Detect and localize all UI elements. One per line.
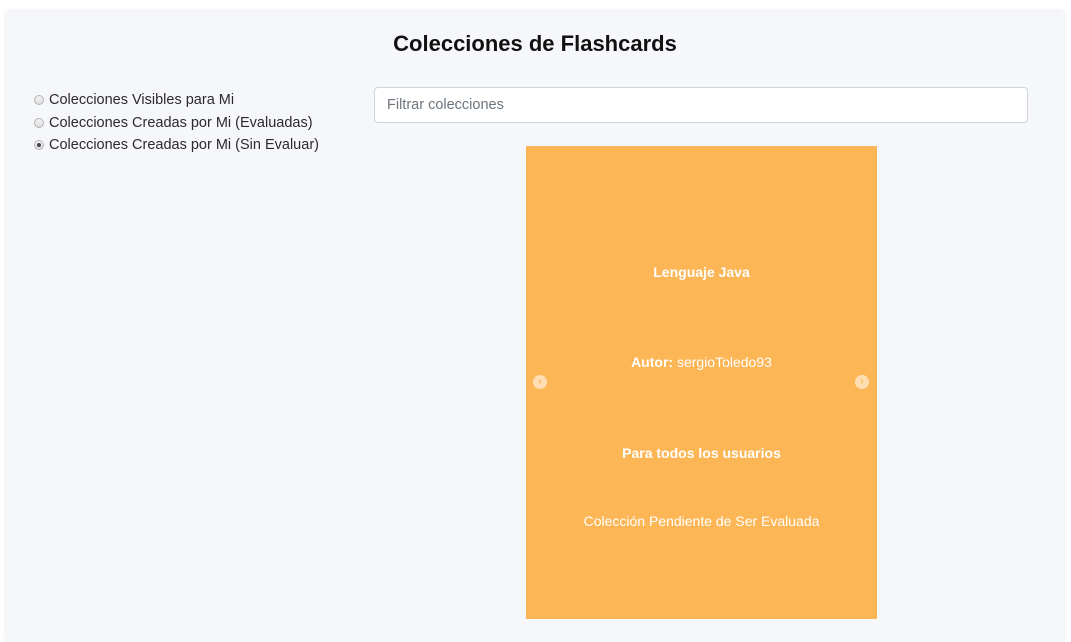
card-author-label: Autor: bbox=[631, 354, 674, 370]
radio-created-unevaluated[interactable] bbox=[34, 140, 44, 151]
filter-option-label: Colecciones Visibles para Mi bbox=[49, 92, 235, 109]
card-author: Autor: sergioToledo93 bbox=[526, 354, 877, 370]
arrow-right-circle-icon[interactable]: › bbox=[855, 375, 869, 389]
collection-card[interactable]: ‹ › Lenguaje Java Autor: sergioToledo93 … bbox=[526, 146, 877, 619]
search-input[interactable] bbox=[374, 87, 1028, 123]
card-visibility: Para todos los usuarios bbox=[622, 445, 781, 461]
page-title: Colecciones de Flashcards bbox=[393, 31, 677, 56]
radio-visible[interactable] bbox=[34, 95, 44, 106]
card-author-name: sergioToledo93 bbox=[676, 354, 772, 370]
collection-filter-group: Colecciones Visibles para Mi Colecciones… bbox=[34, 89, 364, 157]
arrow-left-circle-icon[interactable]: ‹ bbox=[533, 375, 547, 389]
main-panel: Colecciones de Flashcards Colecciones Vi… bbox=[6, 12, 1064, 642]
filter-option-created-evaluated[interactable]: Colecciones Creadas por Mi (Evaluadas) bbox=[34, 112, 364, 135]
filter-option-label: Colecciones Creadas por Mi (Evaluadas) bbox=[49, 114, 313, 131]
card-status: Colección Pendiente de Ser Evaluada bbox=[583, 513, 820, 529]
filter-option-visible[interactable]: Colecciones Visibles para Mi bbox=[34, 89, 364, 112]
filter-option-label: Colecciones Creadas por Mi (Sin Evaluar) bbox=[49, 137, 319, 154]
card-title: Lenguaje Java bbox=[653, 264, 750, 280]
radio-created-evaluated[interactable] bbox=[34, 117, 44, 128]
filter-option-created-unevaluated[interactable]: Colecciones Creadas por Mi (Sin Evaluar) bbox=[34, 134, 364, 157]
